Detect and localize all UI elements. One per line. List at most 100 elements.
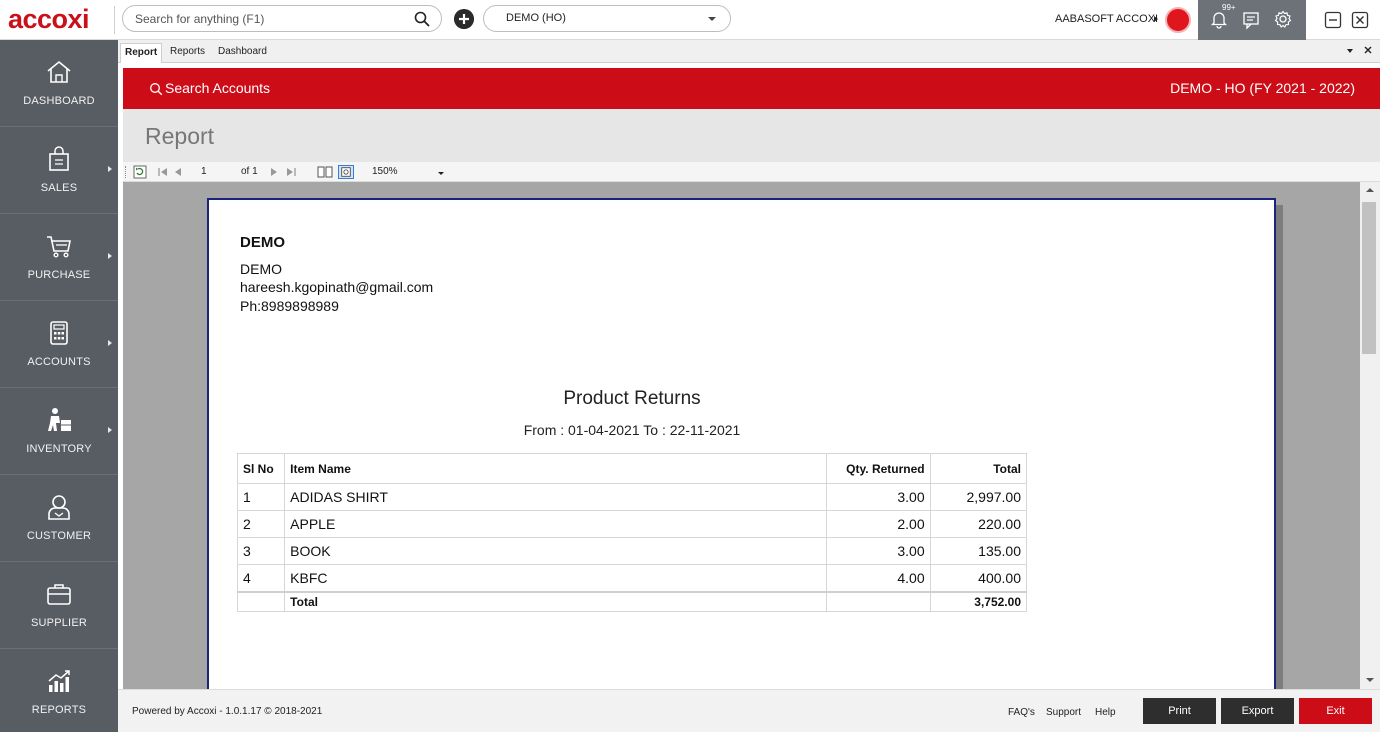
sidebar-item-label: SUPPLIER (30, 617, 87, 629)
faq-link[interactable]: FAQ's (1008, 707, 1035, 718)
minimize-window-icon[interactable] (1323, 10, 1343, 30)
calculator-icon (50, 321, 68, 345)
scroll-down-icon[interactable] (1366, 678, 1374, 682)
print-button[interactable]: Print (1143, 698, 1216, 724)
tab-dashboard[interactable]: Dashboard (214, 43, 271, 63)
sidebar-item-inventory[interactable]: INVENTORY (0, 388, 118, 475)
cart-icon (47, 236, 71, 258)
sidebar-item-purchase[interactable]: PURCHASE (0, 214, 118, 301)
sidebar-item-supplier[interactable]: SUPPLIER (0, 562, 118, 649)
global-search-input[interactable] (135, 10, 405, 28)
cell-item-name: APPLE (284, 510, 828, 538)
export-button[interactable]: Export (1221, 698, 1294, 724)
page-count: of 1 (241, 166, 258, 177)
tab-reports[interactable]: Reports (166, 43, 209, 63)
close-tab-icon[interactable] (1363, 45, 1373, 55)
sidebar-item-label: ACCOUNTS (27, 356, 91, 368)
cell-total: 400.00 (929, 564, 1028, 592)
tab-strip: Report Reports Dashboard (118, 40, 1380, 63)
first-page-icon[interactable] (157, 165, 169, 179)
report-date-range: From : 01-04-2021 To : 22-11-2021 (523, 422, 741, 438)
inventory-icon (48, 408, 71, 431)
help-link[interactable]: Help (1095, 707, 1116, 718)
cell-sl-no: 4 (236, 564, 286, 592)
cell-empty (826, 590, 931, 612)
sidebar-item-reports[interactable]: REPORTS (0, 649, 118, 732)
search-icon[interactable] (149, 82, 163, 96)
add-new-icon[interactable] (454, 9, 474, 29)
sidebar-item-label: PURCHASE (27, 269, 91, 281)
company-select[interactable]: DEMO (HO) (483, 5, 731, 32)
scroll-up-icon[interactable] (1366, 188, 1374, 192)
last-page-icon[interactable] (285, 165, 297, 179)
grand-total: 3,752.00 (929, 590, 1028, 612)
logo-divider (114, 6, 115, 34)
page-header: Report (123, 109, 1380, 162)
gear-icon[interactable] (1273, 9, 1293, 29)
page-title: Report (145, 123, 215, 149)
table-row: 1 ADIDAS SHIRT 3.00 2,997.00 (236, 483, 1028, 511)
previous-page-icon[interactable] (173, 165, 183, 179)
zoom-select-value[interactable]: 150% (372, 166, 398, 177)
tab-menu-icon[interactable] (1345, 46, 1355, 56)
next-page-icon[interactable] (269, 165, 279, 179)
chevron-down-icon[interactable] (438, 172, 444, 175)
cell-item-name: KBFC (284, 564, 828, 592)
avatar[interactable] (1165, 7, 1191, 33)
sidebar-item-label: DASHBOARD (23, 95, 95, 107)
company-banner: Search Accounts DEMO - HO (FY 2021 - 202… (123, 68, 1380, 109)
caret-right-icon[interactable] (1154, 16, 1158, 22)
table-header-row: Sl No Item Name Qty. Returned Total (236, 453, 1028, 484)
customer-icon (48, 495, 70, 520)
vertical-scrollbar[interactable] (1360, 182, 1380, 689)
shopping-bag-icon (49, 146, 69, 171)
cell-sl-no: 1 (236, 483, 286, 511)
user-name[interactable]: AABASOFT ACCOXI (1055, 13, 1158, 25)
sidebar-item-sales[interactable]: SALES (0, 127, 118, 214)
toolbar-grip (125, 166, 127, 178)
current-page-input[interactable]: 1 (201, 166, 207, 177)
cell-total: 2,997.00 (929, 483, 1028, 511)
cell-total: 135.00 (929, 537, 1028, 565)
submenu-arrow-icon (108, 166, 112, 172)
global-search[interactable] (122, 5, 442, 32)
exit-button[interactable]: Exit (1299, 698, 1372, 724)
support-link[interactable]: Support (1046, 707, 1081, 718)
column-header-sl-no: Sl No (236, 453, 286, 484)
report-company-phone: Ph:8989898989 (240, 298, 339, 314)
report-company-email: hareesh.kgopinath@gmail.com (240, 279, 434, 295)
submenu-arrow-icon (108, 340, 112, 346)
print-layout-icon[interactable] (338, 165, 354, 179)
cell-empty (236, 590, 286, 612)
message-icon[interactable] (1241, 10, 1261, 30)
report-title: Product Returns (563, 388, 701, 409)
briefcase-icon (47, 584, 71, 605)
close-window-icon[interactable] (1350, 10, 1370, 30)
powered-by-text: Powered by Accoxi - 1.0.1.17 © 2018-2021 (132, 706, 323, 717)
column-header-total: Total (929, 453, 1028, 484)
bell-icon[interactable] (1209, 9, 1229, 29)
sidebar: DASHBOARD SALES PURCHASE ACCOUNTS INVENT… (0, 40, 118, 732)
search-accounts-link[interactable]: Search Accounts (165, 80, 270, 96)
scroll-thumb[interactable] (1362, 202, 1376, 354)
sidebar-item-label: INVENTORY (26, 443, 92, 455)
refresh-icon[interactable] (133, 165, 147, 179)
sidebar-item-dashboard[interactable]: DASHBOARD (0, 40, 118, 127)
cell-sl-no: 3 (236, 537, 286, 565)
sidebar-item-accounts[interactable]: ACCOUNTS (0, 301, 118, 388)
search-icon[interactable] (413, 10, 431, 28)
table-row: 4 KBFC 4.00 400.00 (236, 564, 1028, 592)
sidebar-item-customer[interactable]: CUSTOMER (0, 475, 118, 562)
report-company-address: DEMO (240, 261, 282, 277)
cell-qty-returned: 3.00 (826, 537, 931, 565)
cell-item-name: BOOK (284, 537, 828, 565)
chevron-down-icon (708, 17, 716, 21)
sidebar-item-label: REPORTS (31, 704, 87, 716)
product-returns-table: Sl No Item Name Qty. Returned Total 1 AD… (236, 453, 1028, 612)
sidebar-item-label: CUSTOMER (26, 530, 92, 542)
page-setup-icon[interactable] (317, 165, 333, 179)
report-toolbar: 1 of 1 150% (123, 162, 1380, 182)
app-logo[interactable]: accoxi (8, 5, 90, 33)
report-viewport[interactable]: DEMO DEMO hareesh.kgopinath@gmail.com Ph… (123, 182, 1360, 689)
tab-report[interactable]: Report (120, 43, 163, 63)
